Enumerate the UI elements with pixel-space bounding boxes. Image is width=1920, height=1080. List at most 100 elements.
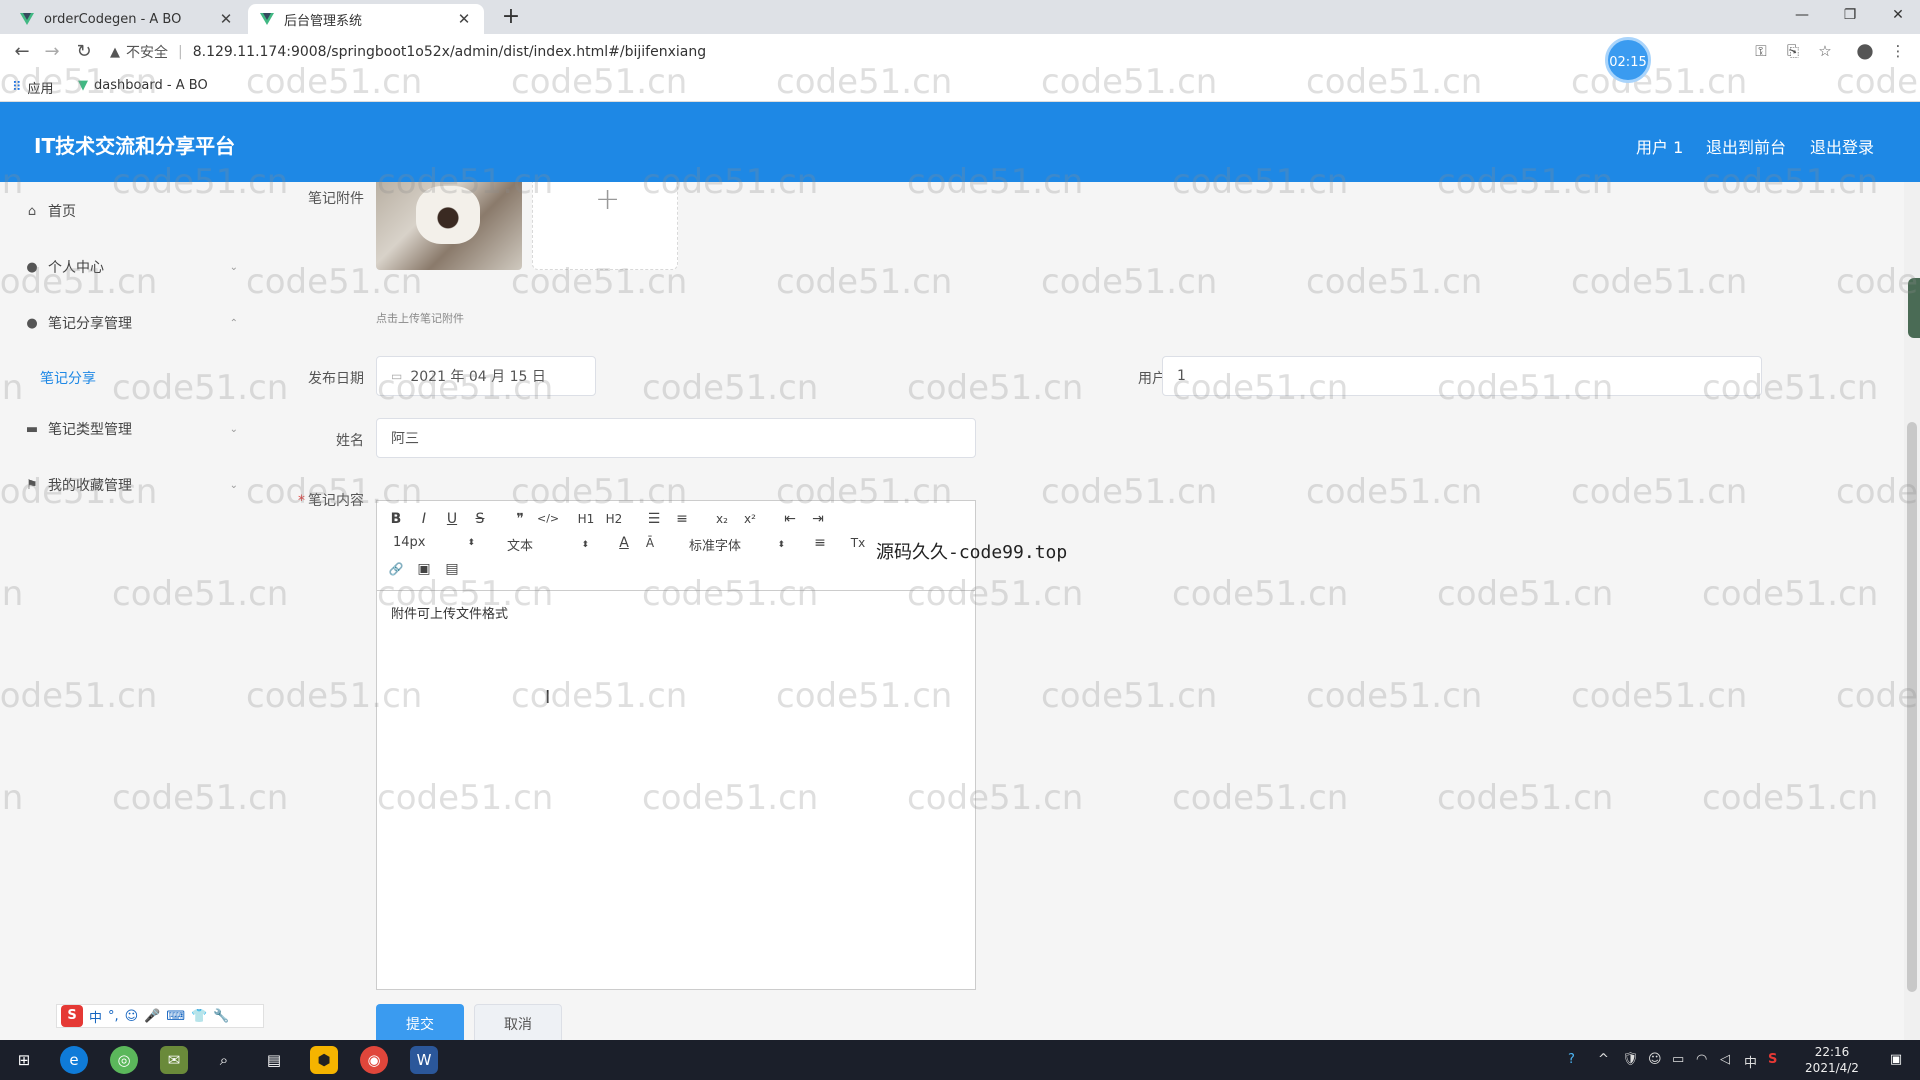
align-button[interactable]: ≡ bbox=[809, 533, 831, 553]
date-field[interactable]: ▭ 2021 年 04 月 15 日 bbox=[376, 356, 596, 396]
indent-button[interactable]: ⇥ bbox=[807, 509, 829, 529]
menu-kebab-icon[interactable]: ⋮ bbox=[1888, 42, 1908, 60]
font-size-select[interactable]: 14px ⬍ bbox=[393, 535, 475, 550]
close-tab-icon[interactable]: ✕ bbox=[218, 10, 234, 28]
cancel-button[interactable]: 取消 bbox=[474, 1004, 562, 1044]
logout-link[interactable]: 退出登录 bbox=[1810, 134, 1874, 158]
warning-icon: ▲ bbox=[110, 44, 120, 60]
windows-start-icon[interactable]: ⊞ bbox=[10, 1046, 38, 1074]
sogou-logo-icon[interactable]: S bbox=[61, 1005, 83, 1027]
superscript-button[interactable]: x² bbox=[739, 509, 761, 529]
tray-expand-icon[interactable]: ^ bbox=[1598, 1052, 1609, 1067]
ime-keyboard-icon[interactable]: ⌨ bbox=[166, 1009, 185, 1024]
profile-icon[interactable]: ● bbox=[1855, 38, 1875, 62]
bookmark-dashboard[interactable]: ▼ dashboard - A BO bbox=[78, 78, 208, 93]
battery-tray-icon[interactable]: ▭ bbox=[1672, 1052, 1684, 1067]
ime-chinese-mode[interactable]: 中 bbox=[89, 1007, 102, 1026]
ordered-list-button[interactable]: ☰ bbox=[643, 509, 665, 529]
background-color-button[interactable]: Ā bbox=[639, 533, 661, 553]
attachment-label: 笔记附件 bbox=[308, 191, 364, 207]
key-icon[interactable]: ⚿ bbox=[1751, 42, 1771, 60]
clear-format-button[interactable]: Tx bbox=[847, 533, 869, 553]
browser-tab-admin[interactable]: 后台管理系统 ✕ bbox=[248, 4, 484, 34]
sidebar-item-home[interactable]: ⌂ 首页 bbox=[24, 200, 244, 222]
sogou-tray-icon[interactable]: S bbox=[1768, 1052, 1777, 1067]
shield-tray-icon[interactable]: 🛡 bbox=[1622, 1052, 1639, 1067]
strike-button[interactable]: S bbox=[469, 509, 491, 529]
star-icon[interactable]: ☆ bbox=[1815, 42, 1835, 60]
sidebar-item-favorites-mgmt[interactable]: ⚑ 我的收藏管理 ⌄ bbox=[24, 474, 244, 496]
bullet-list-button[interactable]: ≡ bbox=[671, 509, 693, 529]
header-user-link[interactable]: 用户 1 bbox=[1636, 134, 1683, 158]
new-tab-button[interactable]: + bbox=[498, 4, 524, 29]
help-tray-icon[interactable]: ? bbox=[1568, 1052, 1575, 1067]
ime-punctuation[interactable]: °, bbox=[108, 1009, 119, 1024]
ime-skin-icon[interactable]: 👕 bbox=[191, 1009, 207, 1024]
ime-emoji-icon[interactable]: ☺ bbox=[125, 1009, 139, 1024]
caret-icon: ⬍ bbox=[777, 539, 785, 550]
calendar-icon: ▭ bbox=[391, 369, 403, 383]
h1-button[interactable]: H1 bbox=[575, 509, 597, 529]
ime-voice-icon[interactable]: 🎤 bbox=[144, 1009, 160, 1024]
person-tray-icon[interactable]: ☺ bbox=[1648, 1052, 1662, 1067]
wifi-tray-icon[interactable]: ◠ bbox=[1696, 1052, 1707, 1067]
image-button[interactable]: ▣ bbox=[413, 559, 435, 579]
submit-button[interactable]: 提交 bbox=[376, 1004, 464, 1044]
sidebar-subitem-note-share[interactable]: 笔记分享 bbox=[40, 368, 96, 388]
sidebar-item-personal-center[interactable]: ● 个人中心 ⌄ bbox=[24, 256, 244, 278]
ime-tray-label[interactable]: 中 bbox=[1744, 1052, 1757, 1071]
rich-text-editor[interactable]: B I U S ❞ </> H1 H2 ☰ ≡ x₂ x² ⇤ ⇥ 14px ⬍… bbox=[376, 500, 976, 990]
sidebar-item-label: 个人中心 bbox=[48, 260, 104, 276]
content-label: * 笔记内容 bbox=[276, 490, 364, 510]
code-block-button[interactable]: </> bbox=[537, 509, 559, 529]
font-color-button[interactable]: A bbox=[613, 533, 635, 553]
file-explorer-icon[interactable]: ▤ bbox=[260, 1046, 288, 1074]
wechat-icon[interactable]: ✉ bbox=[160, 1046, 188, 1074]
translate-icon[interactable]: ⎘ bbox=[1783, 42, 1803, 60]
url-field[interactable]: ▲ 不安全 | 8.129.11.174:9008/springboot1o52… bbox=[110, 39, 1750, 65]
name-value: 阿三 bbox=[391, 431, 419, 447]
notification-icon[interactable]: ▣ bbox=[1882, 1046, 1910, 1074]
restore-button[interactable]: ❐ bbox=[1830, 2, 1870, 28]
volume-tray-icon[interactable]: ◁ bbox=[1720, 1052, 1730, 1067]
side-panel-handle[interactable] bbox=[1908, 278, 1920, 338]
app-yellow-icon[interactable]: ⬢ bbox=[310, 1046, 338, 1074]
minimize-button[interactable]: — bbox=[1782, 2, 1822, 28]
reload-icon[interactable]: ↻ bbox=[72, 40, 96, 64]
outdent-button[interactable]: ⇤ bbox=[779, 509, 801, 529]
upload-button[interactable]: + bbox=[532, 182, 678, 270]
chevron-down-icon: ⌄ bbox=[229, 261, 238, 273]
back-arrow-icon[interactable]: ← bbox=[10, 40, 34, 64]
system-clock[interactable]: 22:16 2021/4/2 bbox=[1800, 1044, 1864, 1076]
bookmark-apps[interactable]: ⠿ 应用 bbox=[12, 78, 54, 97]
italic-button[interactable]: I bbox=[413, 509, 435, 529]
subscript-button[interactable]: x₂ bbox=[711, 509, 733, 529]
browser-tab-ordercodegen[interactable]: orderCodegen - A BO ✕ bbox=[8, 4, 246, 34]
exit-to-front-link[interactable]: 退出到前台 bbox=[1706, 134, 1786, 158]
scrollbar-thumb[interactable] bbox=[1907, 422, 1917, 992]
chrome-icon[interactable]: ◉ bbox=[360, 1046, 388, 1074]
video-button[interactable]: ▤ bbox=[441, 559, 463, 579]
edge-icon[interactable]: e bbox=[60, 1046, 88, 1074]
link-button[interactable]: 🔗 bbox=[385, 559, 407, 579]
username-field[interactable]: 1 bbox=[1162, 356, 1762, 396]
underline-button[interactable]: U bbox=[441, 509, 463, 529]
sidebar-item-note-type-mgmt[interactable]: ▬ 笔记类型管理 ⌄ bbox=[24, 418, 244, 440]
name-field[interactable]: 阿三 bbox=[376, 418, 976, 458]
ime-tools-icon[interactable]: 🔧 bbox=[213, 1009, 229, 1024]
header-select[interactable]: 文本 ⬍ bbox=[507, 535, 589, 554]
close-window-button[interactable]: ✕ bbox=[1878, 2, 1918, 28]
h2-button[interactable]: H2 bbox=[603, 509, 625, 529]
sidebar: ⌂ 首页 ● 个人中心 ⌄ ● 笔记分享管理 ⌃ 笔记分享 ▬ 笔记类型管理 ⌄… bbox=[0, 182, 256, 1040]
attachment-thumbnail[interactable] bbox=[376, 182, 522, 270]
app-green-icon[interactable]: ◎ bbox=[110, 1046, 138, 1074]
search-app-icon[interactable]: ⌕ bbox=[210, 1046, 238, 1074]
sidebar-item-note-share-mgmt[interactable]: ● 笔记分享管理 ⌃ bbox=[24, 312, 244, 334]
font-family-select[interactable]: 标准字体 ⬍ bbox=[689, 535, 785, 554]
forward-arrow-icon[interactable]: → bbox=[40, 40, 64, 64]
bold-button[interactable]: B bbox=[385, 509, 407, 529]
close-tab-icon[interactable]: ✕ bbox=[456, 10, 472, 28]
blockquote-button[interactable]: ❞ bbox=[509, 509, 531, 529]
word-icon[interactable]: W bbox=[410, 1046, 438, 1074]
editor-content[interactable]: 附件可上传文件格式 bbox=[391, 603, 508, 622]
